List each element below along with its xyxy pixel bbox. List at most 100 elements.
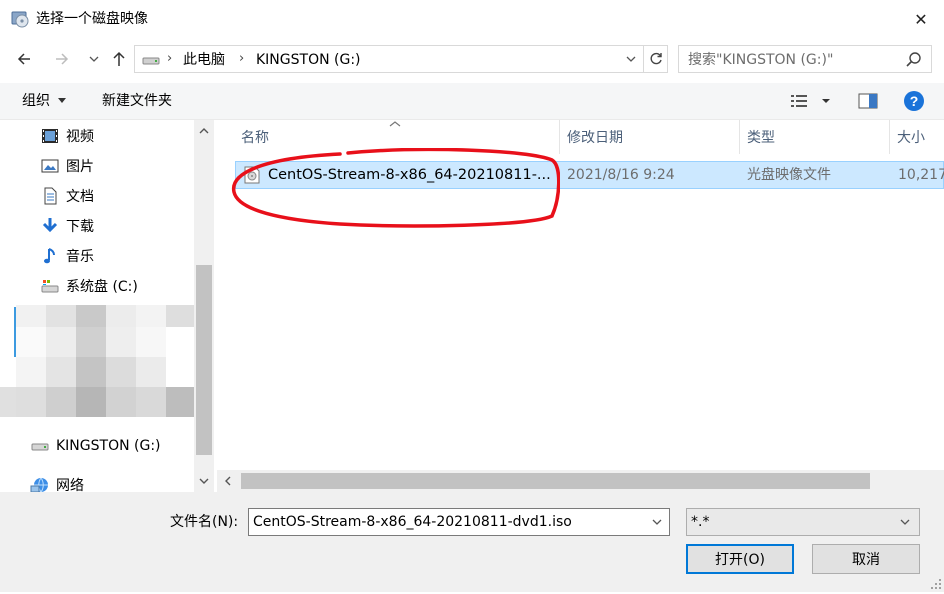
file-type-filter[interactable]: *.* xyxy=(686,508,920,536)
downloads-icon xyxy=(40,216,60,236)
sidebar-scrollbar[interactable] xyxy=(194,120,214,492)
file-row[interactable]: CentOS-Stream-8-x86_64-20210811-... 2021… xyxy=(235,161,944,189)
column-header-size[interactable]: 大小 xyxy=(897,120,925,154)
dialog-footer: 文件名(N): CentOS-Stream-8-x86_64-20210811-… xyxy=(0,492,944,592)
column-divider[interactable] xyxy=(889,120,890,154)
sidebar-item-label: 音乐 xyxy=(66,249,94,265)
scroll-down-button[interactable] xyxy=(194,470,214,492)
chevron-up-icon xyxy=(199,128,209,134)
system-drive-icon xyxy=(40,276,60,296)
music-icon xyxy=(40,246,60,266)
filename-input[interactable]: CentOS-Stream-8-x86_64-20210811-dvd1.iso xyxy=(248,508,670,536)
sidebar-item-music[interactable]: 音乐 xyxy=(40,243,94,269)
sidebar-item-documents[interactable]: 文档 xyxy=(40,183,94,209)
sidebar-item-label: 网络 xyxy=(56,478,84,492)
sidebar-item-label: 下载 xyxy=(66,219,94,235)
refresh-button[interactable] xyxy=(643,46,668,72)
column-header-type[interactable]: 类型 xyxy=(747,120,775,154)
help-button[interactable]: ? xyxy=(903,90,925,112)
sidebar-item-pictures[interactable]: 图片 xyxy=(40,153,94,179)
video-icon xyxy=(40,126,60,146)
filename-label: 文件名(N): xyxy=(170,514,239,530)
sidebar-item-label: 系统盘 (C:) xyxy=(66,279,138,295)
address-bar[interactable]: › 此电脑 › KINGSTON (G:) xyxy=(134,45,668,73)
breadcrumb-this-pc[interactable]: 此电脑 xyxy=(183,50,225,70)
new-folder-button[interactable]: 新建文件夹 xyxy=(102,91,172,111)
chevron-down-icon xyxy=(626,56,636,62)
file-size-cell: 10,217 xyxy=(898,167,944,183)
column-header-name[interactable]: 名称 xyxy=(241,120,269,154)
scrollbar-thumb[interactable] xyxy=(241,473,870,489)
sort-ascending-icon xyxy=(389,120,401,131)
caret-down-icon xyxy=(58,98,67,103)
sidebar-item-label: KINGSTON (G:) xyxy=(56,438,161,454)
open-button[interactable]: 打开(O) xyxy=(686,544,794,574)
navigation-pane[interactable]: 视频 图片 文档 下载 音乐 系统盘 (C:) KINGSTON (G:) 网络 xyxy=(0,120,214,492)
organize-label: 组织 xyxy=(22,93,50,109)
drive-icon xyxy=(141,52,161,68)
sidebar-item-videos[interactable]: 视频 xyxy=(40,123,94,149)
breadcrumb-separator: › xyxy=(239,51,245,66)
arrow-right-icon xyxy=(56,53,69,65)
sidebar-item-network[interactable]: 网络 xyxy=(30,472,84,492)
resize-grip-icon[interactable] xyxy=(928,576,942,590)
scroll-up-button[interactable] xyxy=(194,120,214,142)
scroll-left-button[interactable] xyxy=(217,470,239,492)
filename-dropdown-button[interactable] xyxy=(649,513,665,531)
disc-app-icon xyxy=(10,9,30,29)
chevron-down-icon xyxy=(900,519,910,525)
column-divider[interactable] xyxy=(559,120,560,154)
preview-pane-button[interactable] xyxy=(858,92,878,110)
sidebar-item-kingston[interactable]: KINGSTON (G:) xyxy=(30,433,161,459)
sidebar-item-downloads[interactable]: 下载 xyxy=(40,213,94,239)
pixelated-region xyxy=(0,305,194,417)
chevron-down-icon xyxy=(652,519,662,525)
refresh-icon xyxy=(650,52,662,65)
breadcrumb-separator: › xyxy=(167,51,173,66)
close-icon: ✕ xyxy=(914,9,928,29)
file-list[interactable]: 名称 修改日期 类型 大小 CentOS-Stream-8-x86_64-202… xyxy=(217,120,944,492)
filter-value: *.* xyxy=(691,514,710,530)
address-history-dropdown[interactable] xyxy=(619,46,643,72)
command-toolbar: 组织 新建文件夹 ? xyxy=(0,83,944,120)
back-button[interactable] xyxy=(10,45,38,73)
svg-text:?: ? xyxy=(910,93,919,109)
file-type-cell: 光盘映像文件 xyxy=(747,167,831,183)
search-input[interactable]: 搜索"KINGSTON (G:)" xyxy=(678,45,932,73)
details-view-icon xyxy=(791,95,830,107)
filter-dropdown-button[interactable] xyxy=(897,513,913,531)
sidebar-item-label: 视频 xyxy=(66,129,94,145)
column-header-date[interactable]: 修改日期 xyxy=(567,120,623,154)
change-view-button[interactable] xyxy=(790,91,832,111)
breadcrumb-kingston[interactable]: KINGSTON (G:) xyxy=(256,50,361,70)
file-date-cell: 2021/8/16 9:24 xyxy=(567,167,675,183)
usb-drive-icon xyxy=(30,436,50,456)
documents-icon xyxy=(40,186,60,206)
sidebar-item-label: 图片 xyxy=(66,159,94,175)
network-icon xyxy=(30,475,50,492)
horizontal-scrollbar[interactable] xyxy=(217,470,944,492)
recent-locations-button[interactable] xyxy=(84,45,104,73)
scrollbar-thumb[interactable] xyxy=(196,265,212,455)
organize-button[interactable]: 组织 xyxy=(22,91,67,111)
cancel-button[interactable]: 取消 xyxy=(812,544,920,574)
close-button[interactable]: ✕ xyxy=(898,0,944,38)
title-bar: 选择一个磁盘映像 ✕ xyxy=(0,0,944,38)
file-name-cell: CentOS-Stream-8-x86_64-20210811-... xyxy=(268,167,551,183)
chevron-down-icon xyxy=(199,478,209,484)
window-title: 选择一个磁盘映像 xyxy=(36,11,148,27)
help-icon: ? xyxy=(904,91,924,111)
forward-button[interactable] xyxy=(48,45,76,73)
preview-pane-icon xyxy=(858,93,878,109)
sidebar-item-system-drive[interactable]: 系统盘 (C:) xyxy=(40,273,138,299)
sidebar-item-label: 文档 xyxy=(66,189,94,205)
up-button[interactable] xyxy=(106,45,132,73)
search-placeholder: 搜索"KINGSTON (G:)" xyxy=(688,52,834,68)
arrow-up-icon xyxy=(113,51,125,66)
column-divider[interactable] xyxy=(739,120,740,154)
disc-image-file-icon xyxy=(244,166,260,184)
arrow-left-icon xyxy=(17,53,30,65)
chevron-down-icon xyxy=(89,56,99,62)
search-icon xyxy=(905,51,923,69)
pictures-icon xyxy=(40,156,60,176)
